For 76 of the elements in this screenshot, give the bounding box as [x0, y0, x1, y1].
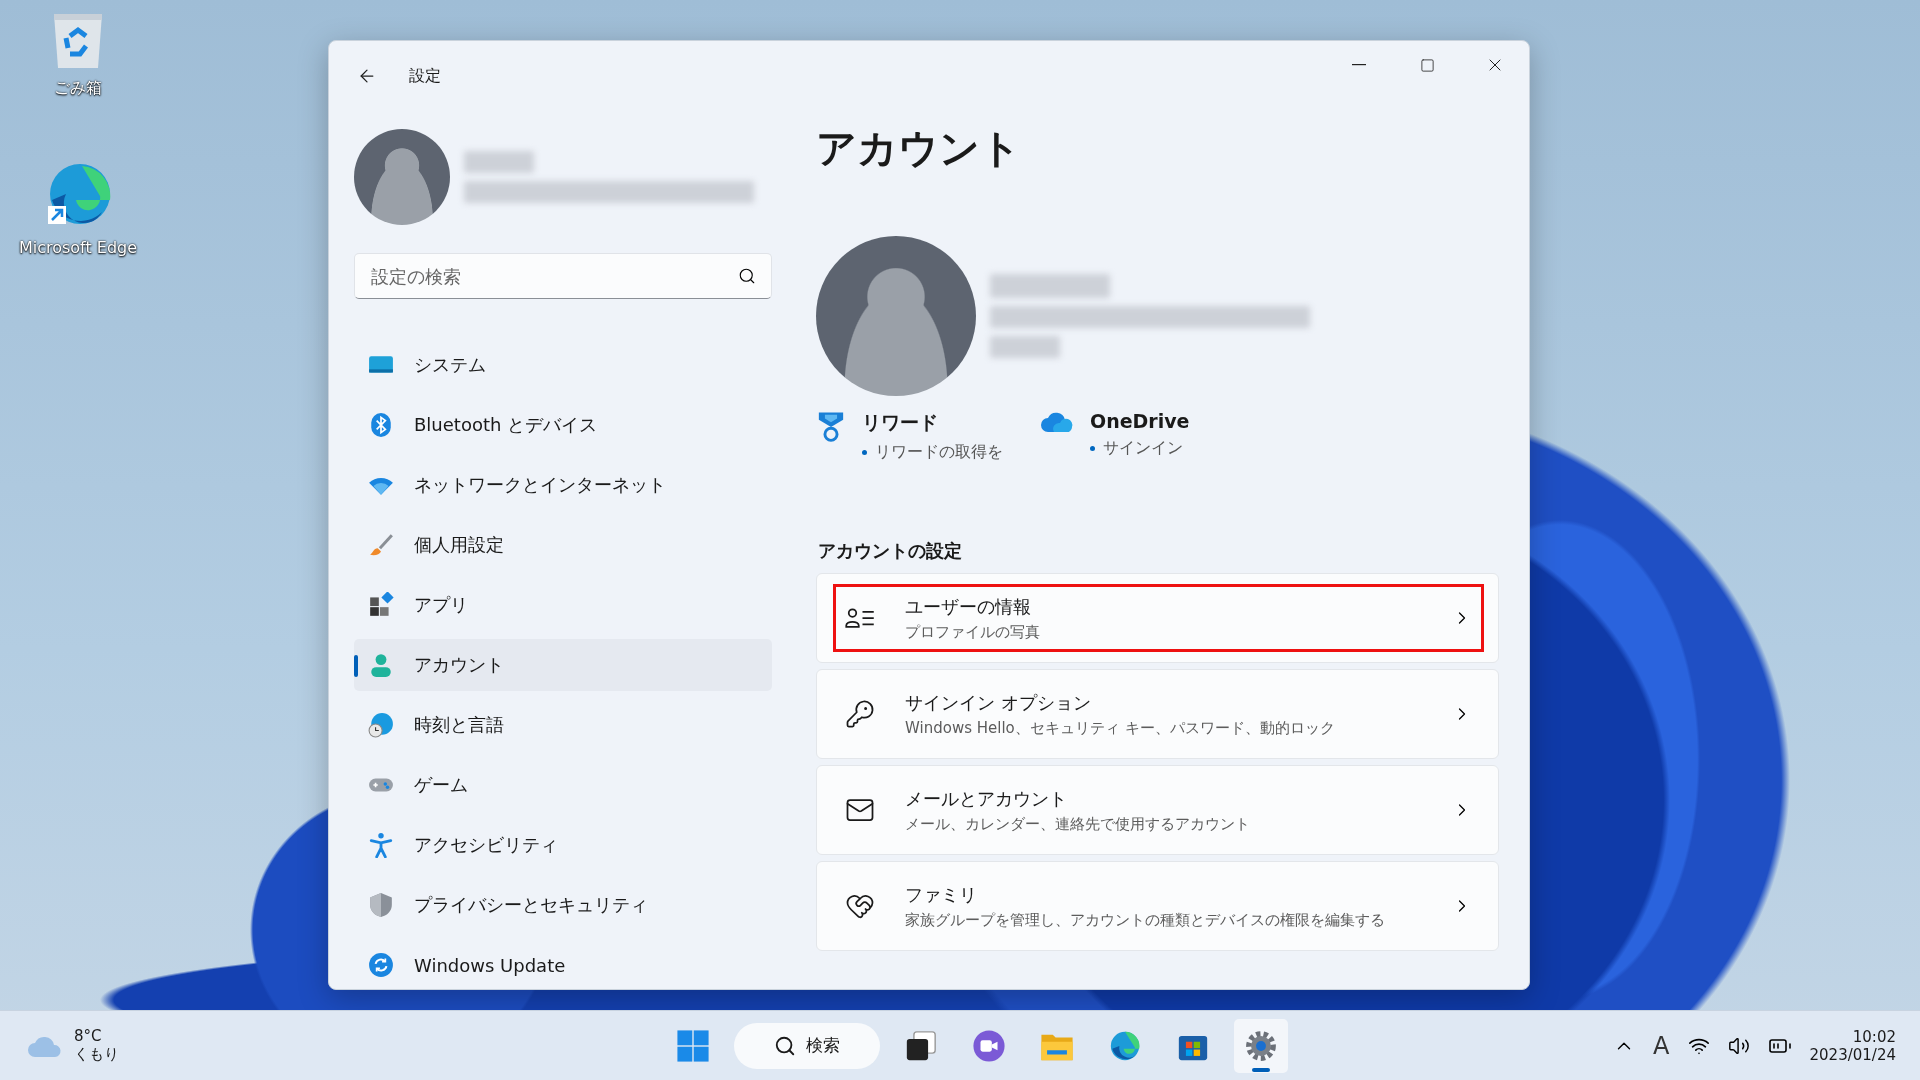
settings-card[interactable]: メールとアカウント メール、カレンダー、連絡先で使用するアカウント [816, 765, 1499, 855]
nav-label: アクセシビリティ [414, 833, 558, 857]
minimize-icon [1352, 64, 1366, 66]
key-icon [845, 699, 875, 729]
nav-label: 個人用設定 [414, 533, 504, 557]
service-status: リワードの取得を [875, 442, 1003, 463]
nav-label: システム [414, 353, 486, 377]
weather-condition: くもり [74, 1045, 119, 1064]
settings-card[interactable]: ユーザーの情報 プロファイルの写真 [816, 573, 1499, 663]
taskbar-search[interactable]: 検索 [734, 1022, 880, 1069]
card-title: ユーザーの情報 [905, 594, 1032, 619]
window-title: 設定 [409, 65, 441, 87]
settings-card[interactable]: サインイン オプション Windows Hello、セキュリティ キー、パスワード、動的ロック [816, 669, 1499, 759]
medal-icon [816, 410, 846, 444]
nav-label: 時刻と言語 [414, 713, 504, 737]
video-chat-icon [972, 1028, 1006, 1063]
card-title: サインイン オプション [905, 690, 1092, 715]
card-subtitle: 家族グループを管理し、アカウントの種類とデバイスの権限を編集する [905, 910, 1386, 930]
nav-item[interactable]: ネットワークとインターネット [354, 459, 772, 511]
status-dot [1090, 446, 1095, 451]
person-icon [368, 652, 394, 678]
service-status: サインイン [1103, 438, 1183, 459]
settings-card[interactable]: ファミリ 家族グループを管理し、アカウントの種類とデバイスの権限を編集する [816, 861, 1499, 951]
service-link[interactable]: リワード リワードの取得を [816, 410, 1016, 463]
clock-date[interactable]: 2023/01/24 [1809, 1045, 1896, 1064]
nav-item[interactable]: 時刻と言語 [354, 699, 772, 751]
ime-indicator[interactable]: A [1653, 1031, 1670, 1060]
nav-item[interactable]: ゲーム [354, 759, 772, 811]
nav-item[interactable]: Windows Update [354, 939, 772, 989]
page-title: アカウント [816, 124, 1022, 173]
service-name: リワード [862, 410, 939, 435]
clock-time[interactable]: 10:02 [1852, 1027, 1896, 1046]
card-title: ファミリ [905, 882, 978, 907]
card-subtitle: メール、カレンダー、連絡先で使用するアカウント [905, 814, 1251, 834]
card-subtitle: プロファイルの写真 [905, 622, 1041, 642]
status-dot [862, 450, 867, 455]
shield-icon [368, 892, 394, 918]
bluetooth-icon [368, 412, 394, 438]
apps-icon [368, 592, 394, 618]
nav-item[interactable]: プライバシーとセキュリティ [354, 879, 772, 931]
nav-label: ゲーム [414, 773, 468, 797]
accessibility-icon [368, 832, 394, 858]
nav-item[interactable]: Bluetooth とデバイス [354, 399, 772, 451]
nav-label: ネットワークとインターネット [414, 473, 666, 497]
nav-item[interactable]: アクセシビリティ [354, 819, 772, 871]
nav-label: Windows Update [414, 954, 566, 976]
nav-item[interactable]: 個人用設定 [354, 519, 772, 571]
task-view-icon [904, 1028, 938, 1063]
brush-icon [368, 532, 394, 558]
nav-item[interactable]: システム [354, 339, 772, 391]
nav-label: アカウント [414, 653, 504, 677]
redacted-text [990, 336, 1060, 358]
card-title: メールとアカウント [905, 786, 1068, 811]
service-name: OneDrive [1090, 410, 1190, 432]
maximize-icon [1419, 57, 1435, 73]
nav-label: アプリ [414, 593, 468, 617]
card-subtitle: Windows Hello、セキュリティ キー、パスワード、動的ロック [905, 718, 1336, 738]
search-field[interactable]: 設定の検索 [354, 253, 772, 299]
temperature: 8°C [74, 1027, 103, 1045]
desktop-icon-label: ごみ箱 [54, 78, 102, 99]
search-icon [738, 267, 756, 285]
windows-logo-icon [676, 1028, 710, 1063]
settings-icon [1244, 1028, 1278, 1063]
section-heading: アカウントの設定 [818, 539, 963, 563]
nav-label: Bluetooth とデバイス [414, 413, 598, 437]
nav-item[interactable]: アプリ [354, 579, 772, 631]
update-icon [368, 952, 394, 978]
search-icon [774, 1034, 796, 1057]
cloud-icon [1040, 410, 1074, 434]
redacted-name [464, 151, 534, 173]
selection-indicator [354, 655, 358, 677]
nav-item[interactable]: アカウント [354, 639, 772, 691]
globe-clock-icon [368, 712, 394, 738]
nav-label: プライバシーとセキュリティ [414, 893, 648, 917]
desktop-icon-label: Microsoft Edge [18, 238, 138, 257]
service-link[interactable]: OneDrive サインイン [1040, 410, 1220, 463]
